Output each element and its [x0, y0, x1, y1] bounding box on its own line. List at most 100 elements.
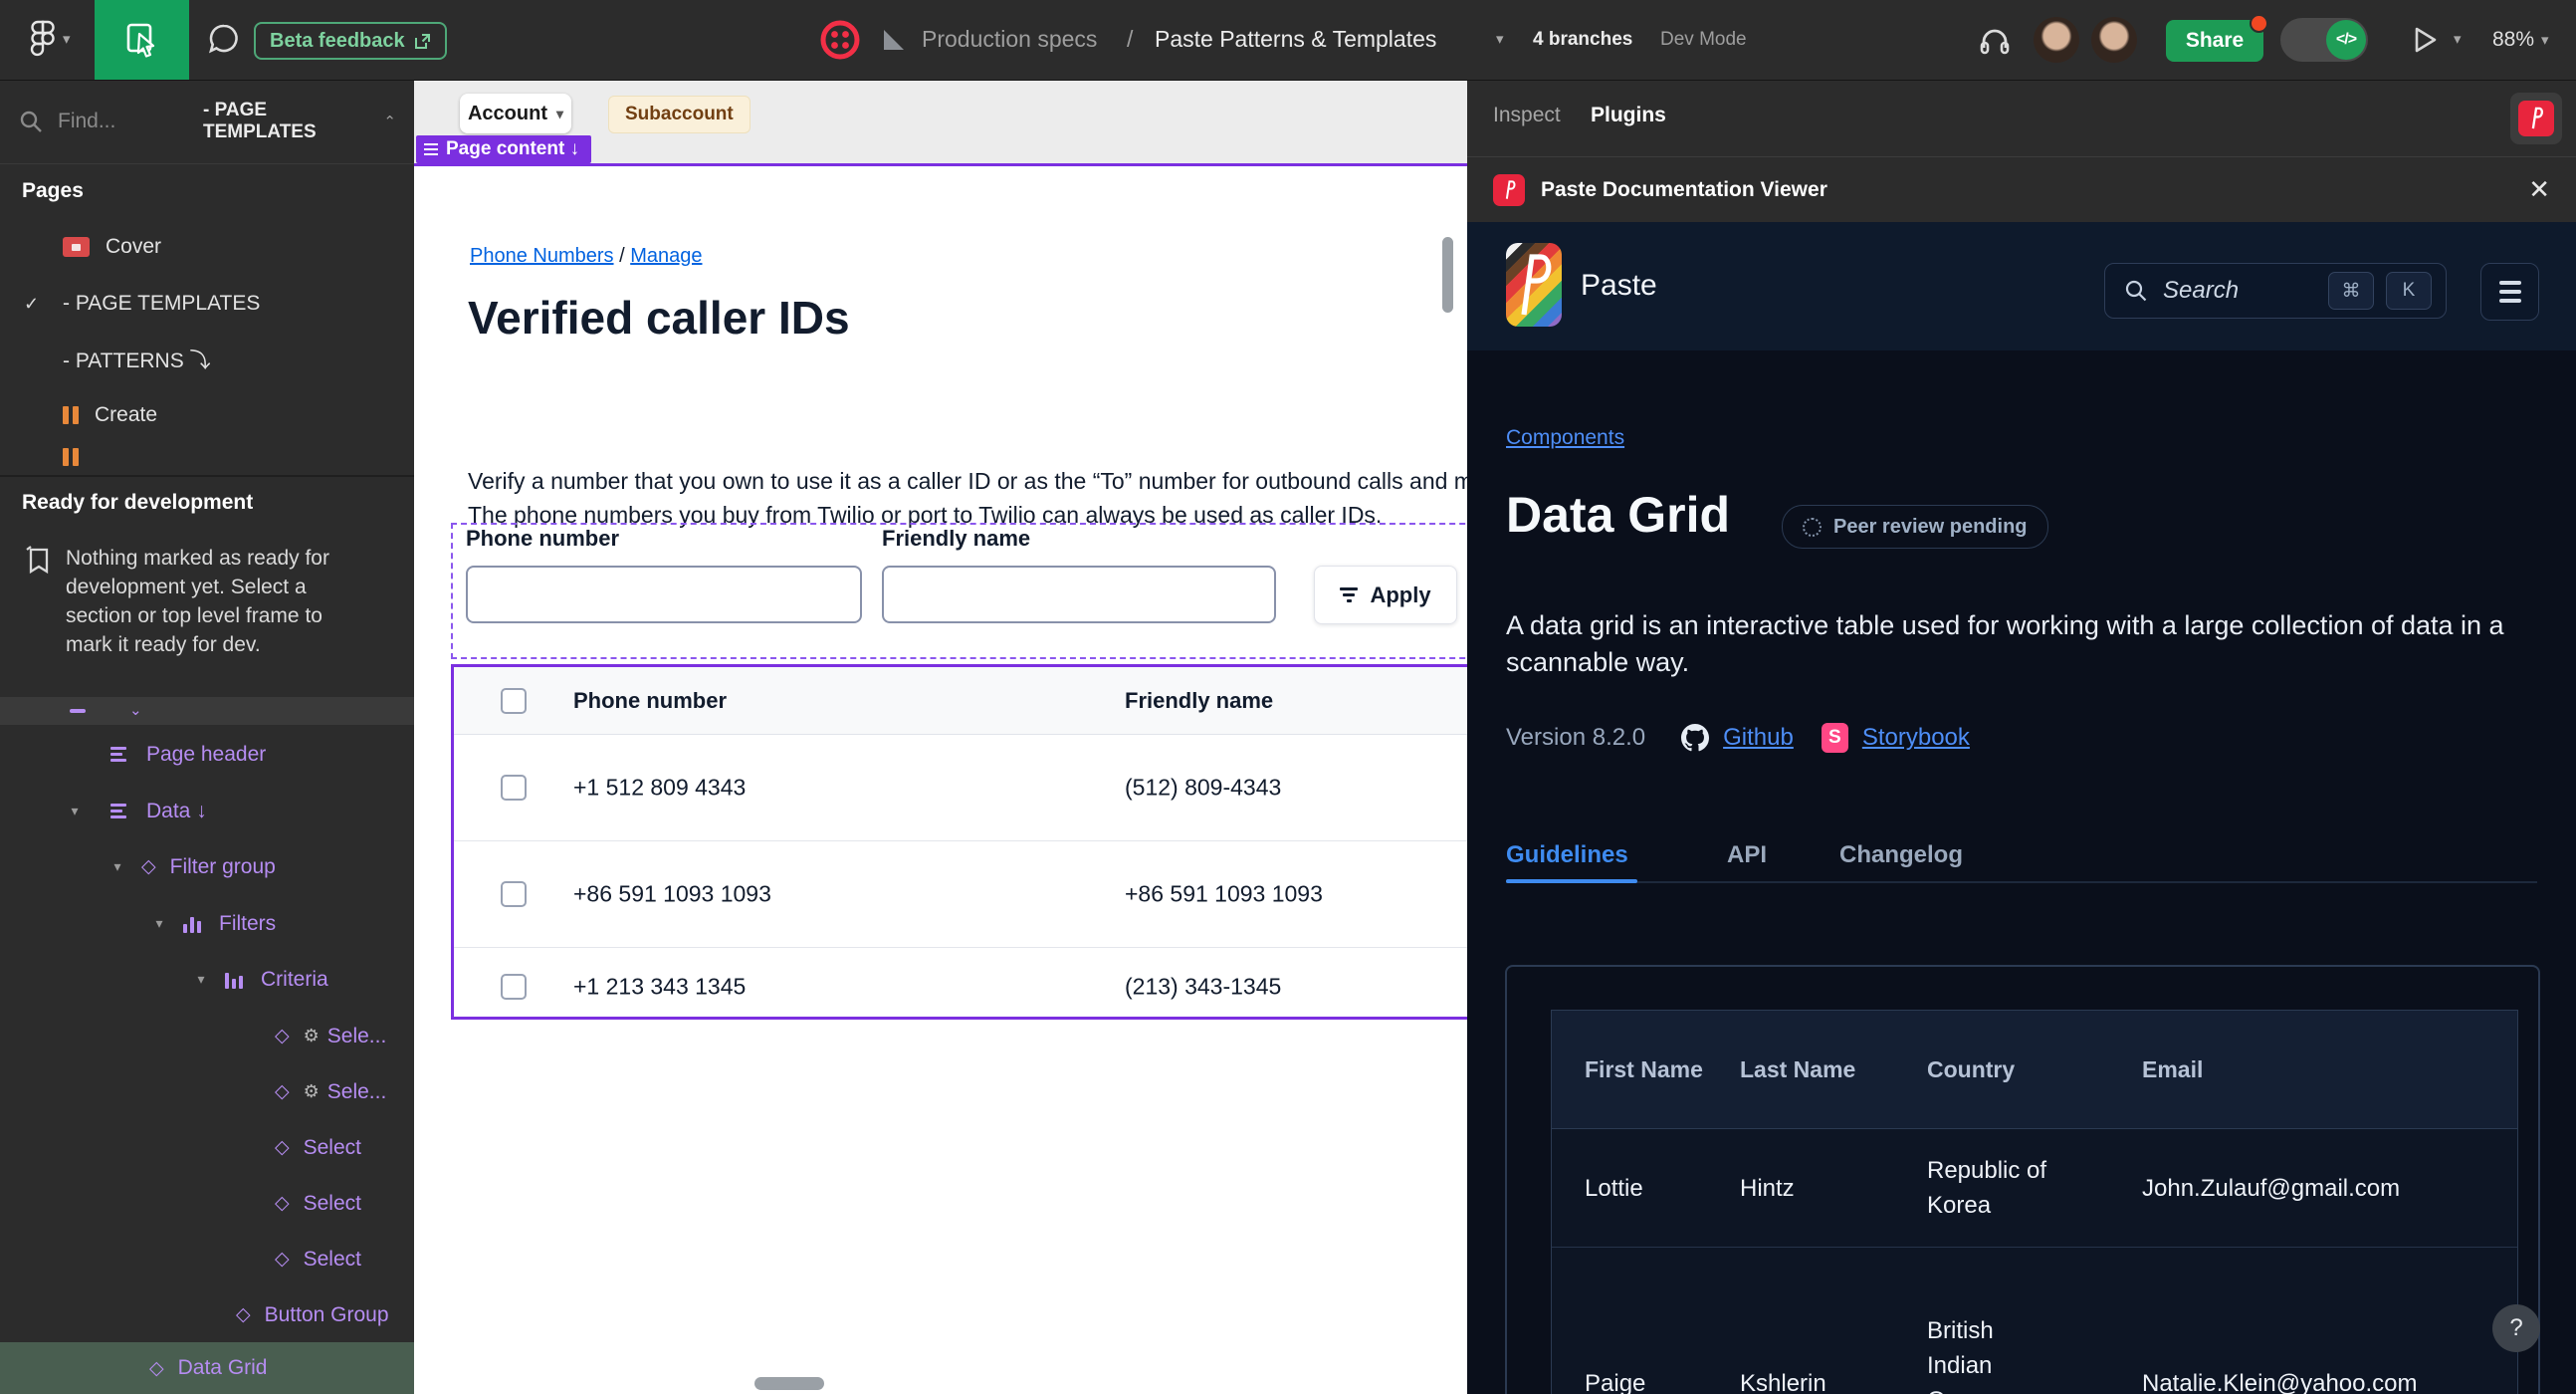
apply-button[interactable]: Apply	[1314, 566, 1457, 624]
layer-select[interactable]: ◇ Select	[0, 1119, 414, 1176]
example-data-grid[interactable]: First Name Last Name Country Email Lotti…	[1551, 1010, 2518, 1394]
breadcrumb-separator: /	[1127, 26, 1134, 52]
breadcrumb-project[interactable]: Production specs	[922, 26, 1097, 53]
row-checkbox[interactable]	[501, 974, 527, 1000]
table-row[interactable]: +1 213 343 1345 (213) 343-1345	[454, 948, 1467, 1026]
select-tool-button[interactable]	[95, 0, 189, 80]
cmd-key: ⌘	[2328, 272, 2374, 310]
page-item-cover[interactable]: Cover	[0, 219, 414, 275]
storybook-icon: S	[1821, 723, 1848, 753]
search-input[interactable]	[2161, 276, 2316, 306]
collapse-pages-chevron-icon[interactable]: ⌃	[383, 113, 396, 130]
close-icon[interactable]: ✕	[2528, 174, 2550, 205]
audio-call-button[interactable]	[1977, 22, 2013, 58]
dev-mode-toggle[interactable]: </>	[2280, 18, 2368, 62]
avatar[interactable]	[2091, 17, 2137, 63]
expand-caret-icon[interactable]: ▾	[65, 803, 85, 819]
tab-changelog[interactable]: Changelog	[1839, 841, 1963, 869]
layer-select[interactable]: ◇ Select	[0, 1231, 414, 1287]
page-item-create[interactable]: Create	[0, 387, 414, 443]
expand-caret-icon[interactable]: ▾	[107, 858, 127, 875]
table-row[interactable]: +1 512 809 4343 (512) 809-4343	[454, 735, 1467, 841]
layer-select-variant[interactable]: ◇ ⚙ Sele...	[0, 1063, 414, 1120]
file-menu-chevron-icon[interactable]: ▾	[1496, 30, 1504, 48]
breadcrumb-filename[interactable]: Paste Patterns & Templates	[1155, 26, 1436, 53]
beta-feedback-button[interactable]: Beta feedback	[254, 22, 447, 60]
dev-flag-icon	[23, 546, 53, 576]
zoom-menu[interactable]: 88% ▾	[2492, 28, 2549, 52]
canvas-resize-handle[interactable]	[754, 1377, 824, 1390]
find-input[interactable]	[56, 109, 179, 134]
component-diamond-icon: ◇	[275, 1081, 290, 1102]
layer-select[interactable]: ◇ Select	[0, 1175, 414, 1232]
page-item-clipped[interactable]	[0, 438, 414, 476]
version-label: Version 8.2.0	[1506, 724, 1646, 751]
layer-criteria[interactable]: ▾ Criteria	[0, 951, 414, 1008]
page-item-patterns[interactable]: - PATTERNS ⤵	[0, 332, 414, 387]
expand-caret-icon[interactable]: ▾	[149, 915, 169, 932]
breadcrumb-link-manage[interactable]: Manage	[630, 245, 702, 267]
share-button[interactable]: Share	[2166, 14, 2268, 62]
layer-select-variant[interactable]: ◇ ⚙ Sele...	[0, 1008, 414, 1064]
layer-row-clipped[interactable]: ⌄	[0, 697, 414, 725]
paste-header-band: Paste ⌘ K	[1467, 222, 2576, 350]
friendly-name-input[interactable]	[882, 566, 1276, 623]
search-icon	[2123, 278, 2149, 304]
example-grid-row[interactable]: Lottie Hintz Republic of Korea John.Zula…	[1552, 1129, 2517, 1247]
figma-main-menu[interactable]: ▾	[30, 20, 71, 58]
account-dropdown[interactable]: Account ▾	[460, 94, 571, 133]
tab-guidelines[interactable]: Guidelines	[1506, 841, 1628, 869]
plugin-title-bar: Paste Documentation Viewer ✕	[1467, 156, 2576, 222]
component-meta-row: Version 8.2.0 Github S Storybook	[1506, 723, 1970, 753]
component-diamond-icon: ◇	[275, 1137, 290, 1158]
column-header-friendly[interactable]: Friendly name	[1125, 688, 1273, 714]
help-button[interactable]: ?	[2492, 1304, 2540, 1352]
layer-data-grid-selected[interactable]: ◇ Data Grid	[0, 1342, 414, 1394]
expand-caret-icon[interactable]: ▾	[191, 971, 211, 988]
component-description: A data grid is an interactive table used…	[1506, 610, 2504, 677]
paste-search[interactable]: ⌘ K	[2104, 263, 2447, 319]
inspect-cursor-icon	[125, 22, 159, 58]
active-plugin-button[interactable]	[2510, 93, 2562, 144]
design-canvas[interactable]: Account ▾ Subaccount Page content ↓ Phon…	[414, 80, 1467, 1394]
present-chevron-icon[interactable]: ▾	[2454, 30, 2462, 48]
page-content-selection-chip[interactable]: Page content ↓	[416, 135, 592, 163]
gear-icon: ⚙	[303, 1081, 320, 1101]
layer-filters[interactable]: ▾ Filters	[0, 895, 414, 952]
canvas-vertical-scrollbar[interactable]	[1442, 237, 1453, 313]
storybook-link[interactable]: Storybook	[1862, 724, 1970, 752]
tab-inspect[interactable]: Inspect	[1493, 104, 1561, 127]
present-button[interactable]	[2413, 25, 2439, 55]
select-all-checkbox[interactable]	[501, 687, 527, 714]
verified-caller-ids-table: Phone number Friendly name +1 512 809 43…	[451, 664, 1467, 1020]
component-diamond-icon: ◇	[275, 1249, 290, 1270]
phone-number-input[interactable]	[466, 566, 862, 623]
row-checkbox[interactable]	[501, 881, 527, 907]
tab-plugins[interactable]: Plugins	[1591, 104, 1666, 127]
twilio-org-logo[interactable]	[820, 20, 860, 60]
example-grid-row[interactable]: Paige Kshlerin British Indian Ocean Terr…	[1552, 1247, 2517, 1394]
hamburger-menu-button[interactable]	[2480, 263, 2539, 321]
layer-page-header[interactable]: Page header	[0, 726, 414, 783]
avatar[interactable]	[2034, 17, 2079, 63]
breadcrumb-link-phone-numbers[interactable]: Phone Numbers	[470, 245, 614, 267]
search-icon	[18, 109, 44, 134]
frame-list-icon	[424, 143, 438, 155]
column-header-phone[interactable]: Phone number	[573, 688, 727, 714]
comments-button[interactable]	[207, 22, 241, 56]
row-checkbox[interactable]	[501, 775, 527, 801]
components-breadcrumb-link[interactable]: Components	[1506, 426, 1624, 450]
plugin-title: Paste Documentation Viewer	[1541, 177, 1827, 201]
current-page-name[interactable]: - PAGE TEMPLATES	[203, 100, 371, 143]
phone-number-label: Phone number	[466, 526, 620, 551]
github-icon	[1681, 724, 1710, 752]
layer-button-group[interactable]: ◇ Button Group	[0, 1286, 414, 1343]
table-row[interactable]: +86 591 1093 1093 +86 591 1093 1093	[454, 841, 1467, 948]
tab-api[interactable]: API	[1727, 841, 1767, 869]
subaccount-tab[interactable]: Subaccount	[608, 96, 751, 133]
pages-heading: Pages	[22, 179, 84, 202]
page-item-page-templates[interactable]: ✓ - PAGE TEMPLATES	[0, 276, 414, 332]
layer-data[interactable]: ▾ Data ↓	[0, 783, 414, 839]
layer-filter-group[interactable]: ▾ ◇ Filter group	[0, 838, 414, 895]
github-link[interactable]: Github	[1723, 724, 1794, 752]
